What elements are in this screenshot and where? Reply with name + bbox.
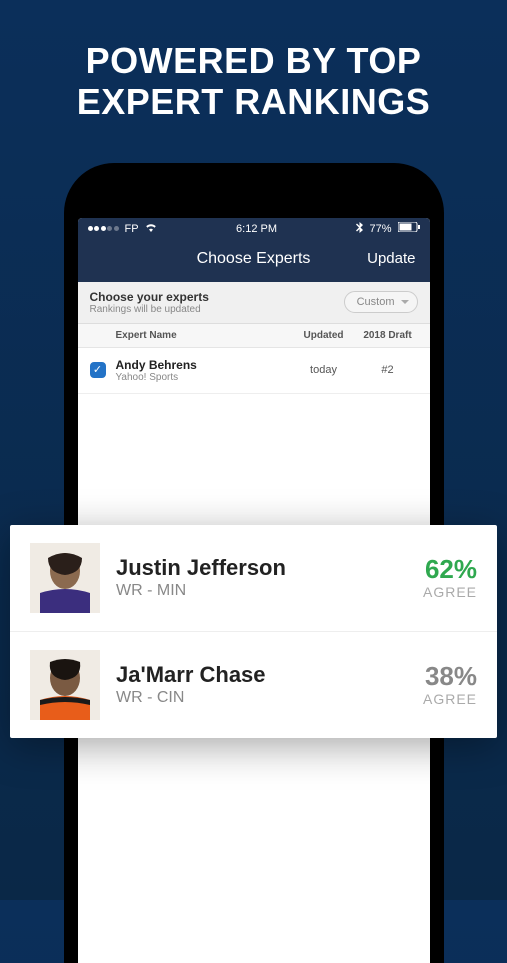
- bluetooth-icon: [356, 222, 363, 236]
- nav-title: Choose Experts: [197, 250, 311, 268]
- player-headshot: [30, 650, 100, 720]
- battery-label: 77%: [369, 223, 391, 235]
- col-expert-name: Expert Name: [116, 330, 290, 341]
- status-bar: FP 6:12 PM 77%: [78, 218, 430, 240]
- player-position: WR - MIN: [116, 582, 423, 600]
- expert-source: Yahoo! Sports: [116, 372, 290, 383]
- agree-percent: 62%: [423, 556, 477, 582]
- table-header: Expert Name Updated 2018 Draft: [78, 324, 430, 348]
- agree-percent: 38%: [423, 663, 477, 689]
- choose-title: Choose your experts: [90, 290, 209, 304]
- player-headshot: [30, 543, 100, 613]
- expert-row[interactable]: Andy Behrens Yahoo! Sports today #2: [78, 348, 430, 394]
- signal-icon: [88, 226, 119, 231]
- expert-draft: #2: [358, 364, 418, 376]
- player-row[interactable]: Ja'Marr Chase WR - CIN 38% AGREE: [10, 631, 497, 738]
- hero-title: POWERED BY TOP EXPERT RANKINGS: [0, 0, 507, 153]
- nav-bar: Choose Experts Update: [78, 240, 430, 282]
- rankings-select[interactable]: Custom: [344, 291, 418, 313]
- col-draft: 2018 Draft: [358, 330, 418, 341]
- battery-icon: [398, 222, 420, 235]
- player-position: WR - CIN: [116, 689, 423, 707]
- choose-experts-bar: Choose your experts Rankings will be upd…: [78, 282, 430, 324]
- update-button[interactable]: Update: [367, 250, 415, 267]
- status-time: 6:12 PM: [236, 223, 277, 235]
- player-row[interactable]: Justin Jefferson WR - MIN 62% AGREE: [10, 525, 497, 631]
- expert-name: Andy Behrens: [116, 358, 290, 372]
- player-name: Ja'Marr Chase: [116, 663, 423, 687]
- choose-subtitle: Rankings will be updated: [90, 304, 209, 315]
- expert-updated: today: [290, 364, 358, 376]
- expert-checkbox[interactable]: [90, 362, 106, 378]
- wifi-icon: [145, 223, 157, 235]
- player-compare-card: Justin Jefferson WR - MIN 62% AGREE Ja'M…: [10, 525, 497, 738]
- carrier-label: FP: [125, 223, 139, 235]
- col-updated: Updated: [290, 330, 358, 341]
- agree-label: AGREE: [423, 691, 477, 707]
- agree-label: AGREE: [423, 584, 477, 600]
- player-name: Justin Jefferson: [116, 556, 423, 580]
